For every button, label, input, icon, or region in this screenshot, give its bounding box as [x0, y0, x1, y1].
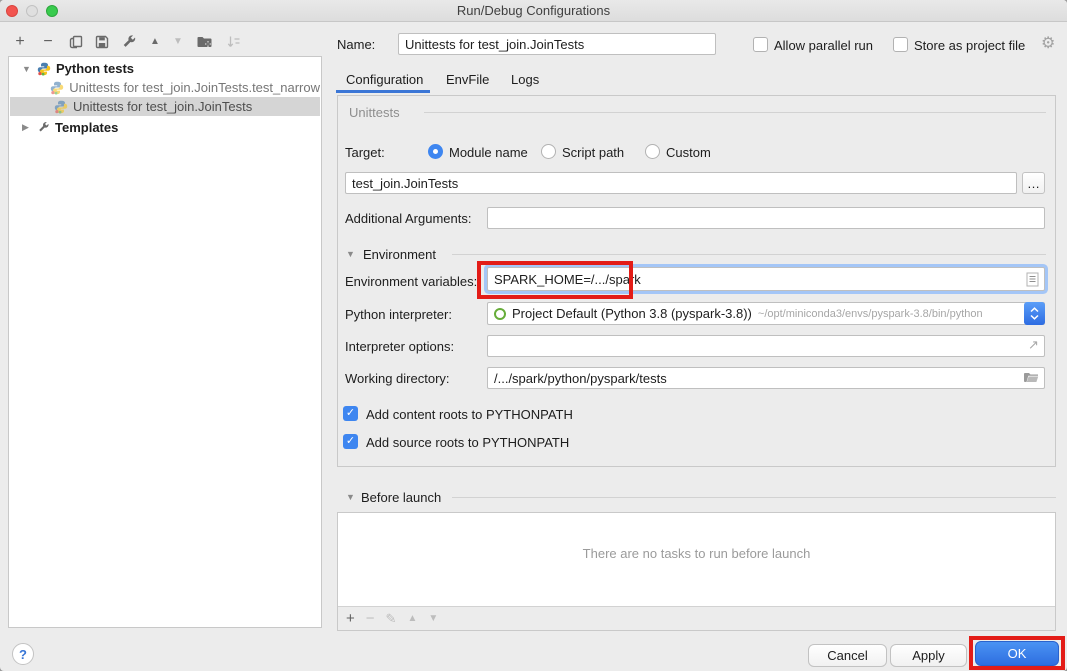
- python-tests-icon: [37, 62, 51, 76]
- radio-custom-label: Custom: [666, 145, 711, 160]
- move-up-button[interactable]: ▲: [146, 34, 164, 50]
- environment-collapse-icon[interactable]: ▼: [346, 249, 355, 259]
- unittests-group-title: Unittests: [349, 105, 400, 120]
- zoom-icon[interactable]: [46, 5, 58, 17]
- environment-variables-input[interactable]: SPARK_HOME=/.../spark: [487, 267, 1045, 291]
- before-launch-section-title: Before launch: [361, 490, 441, 505]
- tree-item-templates[interactable]: ▶ Templates: [10, 118, 320, 137]
- radio-module-name-label: Module name: [449, 145, 528, 160]
- gear-icon: ⚙: [1041, 33, 1055, 53]
- help-button[interactable]: ?: [12, 643, 34, 665]
- target-label: Target:: [345, 145, 385, 160]
- add-configuration-button[interactable]: +: [10, 32, 30, 52]
- working-directory-input[interactable]: /.../spark/python/pyspark/tests: [487, 367, 1045, 389]
- minimize-icon: [26, 5, 38, 17]
- templates-wrench-icon: [37, 121, 50, 134]
- chevron-down-icon[interactable]: ▼: [22, 64, 32, 74]
- python-interpreter-select[interactable]: Project Default (Python 3.8 (pyspark-3.8…: [487, 302, 1045, 325]
- check-icon: ✓: [346, 435, 355, 447]
- additional-arguments-input[interactable]: [487, 207, 1045, 229]
- target-input[interactable]: [345, 172, 1017, 194]
- environment-variables-label: Environment variables:: [345, 274, 477, 289]
- source-roots-checkbox[interactable]: ✓: [343, 434, 358, 449]
- radio-script-path-label: Script path: [562, 145, 624, 160]
- close-icon[interactable]: [6, 5, 18, 17]
- ok-button[interactable]: OK: [975, 641, 1059, 666]
- tree-item-test-narrow[interactable]: Unittests for test_join.JoinTests.test_n…: [10, 78, 320, 97]
- remove-task-button: −: [366, 611, 375, 627]
- save-configuration-icon[interactable]: [92, 33, 112, 51]
- tree-item-label: Unittests for test_join.JoinTests.test_n…: [69, 80, 320, 95]
- python-interpreter-label: Python interpreter:: [345, 307, 452, 322]
- content-roots-label: Add content roots to PYTHONPATH: [366, 407, 573, 422]
- tree-item-jointests-selected[interactable]: Unittests for test_join.JoinTests: [10, 97, 320, 116]
- tree-item-label: Templates: [55, 120, 118, 135]
- tab-envfile[interactable]: EnvFile: [446, 72, 489, 87]
- name-input[interactable]: [398, 33, 716, 55]
- environment-variables-value: SPARK_HOME=/.../spark: [494, 272, 641, 287]
- content-roots-checkbox[interactable]: ✓: [343, 406, 358, 421]
- edit-templates-icon[interactable]: [119, 33, 139, 51]
- move-down-button: ▼: [169, 34, 187, 50]
- browse-target-button[interactable]: …: [1022, 172, 1045, 194]
- dialog-title: Run/Debug Configurations: [0, 0, 1067, 22]
- group-separator: [424, 112, 1046, 113]
- store-as-project-file-checkbox[interactable]: [893, 37, 908, 52]
- interpreter-options-input[interactable]: [487, 335, 1045, 357]
- apply-button[interactable]: Apply: [890, 644, 967, 667]
- interpreter-path: ~/opt/miniconda3/envs/pyspark-3.8/bin/py…: [758, 308, 983, 320]
- tree-item-python-tests[interactable]: ▼ Python tests: [10, 59, 320, 78]
- create-folder-icon[interactable]: [194, 33, 214, 51]
- move-task-up-button: ▲: [407, 611, 417, 627]
- check-icon: ✓: [346, 407, 355, 419]
- sort-configurations-icon: [224, 33, 244, 51]
- python-test-icon: [54, 100, 68, 114]
- tree-item-label: Unittests for test_join.JoinTests: [73, 99, 252, 114]
- chevron-right-icon[interactable]: ▶: [22, 122, 32, 133]
- cancel-button[interactable]: Cancel: [808, 644, 887, 667]
- tab-configuration[interactable]: Configuration: [346, 72, 423, 87]
- move-task-down-button: ▼: [428, 611, 438, 627]
- working-directory-value: /.../spark/python/pyspark/tests: [494, 371, 667, 386]
- interpreter-options-label: Interpreter options:: [345, 339, 454, 354]
- interpreter-dropdown-stepper[interactable]: [1024, 302, 1045, 325]
- radio-custom[interactable]: [645, 144, 660, 159]
- interpreter-value: Project Default (Python 3.8 (pyspark-3.8…: [512, 306, 752, 321]
- active-tab-underline: [336, 90, 430, 93]
- copy-configuration-icon[interactable]: [66, 33, 86, 51]
- environment-section-title: Environment: [363, 247, 436, 262]
- folder-icon[interactable]: [1023, 371, 1039, 385]
- run-debug-configurations-dialog: Run/Debug Configurations + − ▲ ▼ ▼ Pytho…: [0, 0, 1067, 671]
- environment-separator: [452, 254, 1046, 255]
- interpreter-env-icon: [494, 308, 506, 320]
- working-directory-label: Working directory:: [345, 371, 450, 386]
- additional-arguments-label: Additional Arguments:: [345, 211, 471, 226]
- python-test-icon: [50, 81, 64, 95]
- expand-field-icon[interactable]: ↗: [1028, 337, 1039, 353]
- radio-module-name[interactable]: [428, 144, 443, 159]
- before-launch-panel: There are no tasks to run before launch …: [337, 512, 1056, 631]
- before-launch-collapse-icon[interactable]: ▼: [346, 492, 355, 502]
- add-task-button[interactable]: +: [346, 611, 355, 627]
- store-as-project-file-label: Store as project file: [914, 38, 1025, 53]
- configurations-tree: ▼ Python tests Unittests for test_join.J…: [8, 56, 322, 628]
- before-launch-toolbar: + − ✎ ▲ ▼: [338, 606, 1055, 630]
- before-launch-empty-message: There are no tasks to run before launch: [338, 546, 1055, 561]
- env-vars-list-icon[interactable]: [1026, 272, 1039, 287]
- before-launch-separator: [452, 497, 1056, 498]
- radio-script-path[interactable]: [541, 144, 556, 159]
- edit-task-icon: ✎: [386, 611, 397, 627]
- source-roots-label: Add source roots to PYTHONPATH: [366, 435, 569, 450]
- name-label: Name:: [337, 37, 375, 52]
- tab-logs[interactable]: Logs: [511, 72, 539, 87]
- allow-parallel-run-checkbox[interactable]: [753, 37, 768, 52]
- tree-item-label: Python tests: [56, 61, 134, 76]
- allow-parallel-run-label: Allow parallel run: [774, 38, 873, 53]
- remove-configuration-button[interactable]: −: [38, 32, 58, 52]
